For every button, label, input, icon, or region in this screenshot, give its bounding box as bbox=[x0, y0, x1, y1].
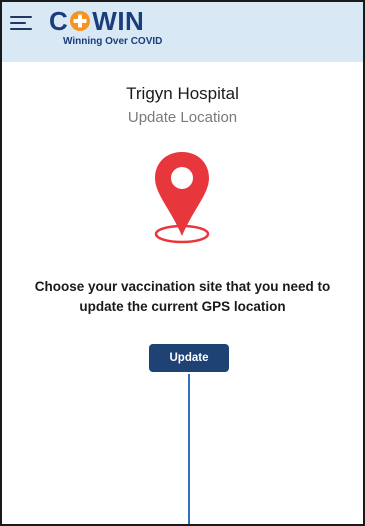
app-header: C WIN Winning Over COVID bbox=[2, 2, 363, 62]
cowin-logo: C WIN Winning Over COVID bbox=[49, 6, 209, 56]
logo-tagline: Winning Over COVID bbox=[63, 36, 163, 47]
page-subtitle: Update Location bbox=[127, 109, 238, 126]
hospital-name: Trigyn Hospital bbox=[126, 84, 239, 103]
logo-text-c: C bbox=[49, 6, 69, 36]
hamburger-menu-icon[interactable] bbox=[10, 14, 34, 32]
pointer-annotation-line bbox=[188, 374, 190, 524]
medical-cross-icon bbox=[69, 10, 91, 32]
logo-text-win: WIN bbox=[92, 6, 145, 36]
logo-wordmark: C WIN bbox=[49, 6, 144, 36]
update-button[interactable]: Update bbox=[149, 344, 229, 372]
app-screen: C WIN Winning Over COVID Trigyn Hospital… bbox=[0, 0, 365, 526]
location-pin-icon bbox=[150, 148, 214, 248]
instruction-text: Choose your vaccination site that you ne… bbox=[34, 279, 331, 314]
